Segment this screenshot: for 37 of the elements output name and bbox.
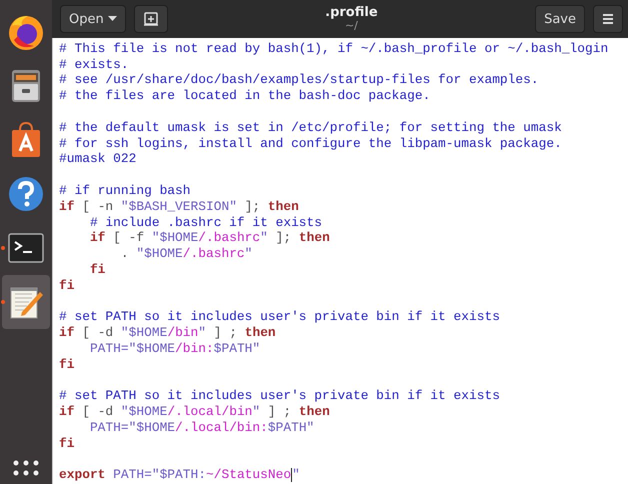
code-line: fi <box>59 356 76 373</box>
open-button[interactable]: Open <box>60 5 126 33</box>
code-line: # set PATH so it includes user's private bin if it exists <box>59 309 501 326</box>
code-line: # see /usr/share/doc/bash/examples/startup-files for examples. <box>59 72 540 88</box>
save-button[interactable]: Save <box>535 5 585 33</box>
window-subtitle: ~/ <box>344 20 358 32</box>
code-line: fi <box>59 278 76 294</box>
code-line: if [ -d "$HOME/.local/bin" ] ; then <box>59 404 331 420</box>
new-tab-icon <box>142 11 159 27</box>
new-tab-button[interactable] <box>134 5 168 33</box>
app-grid-icon[interactable] <box>13 460 39 476</box>
running-indicator <box>1 246 5 250</box>
code-line: PATH="$HOME/.local/bin:$PATH" <box>88 420 316 436</box>
code-line: #umask 022 <box>59 151 138 168</box>
code-line: fi <box>88 262 106 278</box>
help-icon[interactable] <box>6 174 46 214</box>
code-line: PATH="$HOME/bin:$PATH" <box>88 340 262 357</box>
window-title: .profile <box>325 6 378 20</box>
code-line: . "$HOME/.bashrc" <box>120 246 254 262</box>
code-line: # the default umask is set in /etc/profile; for setting the umask <box>59 120 563 136</box>
code-line: # if running bash <box>59 182 192 199</box>
code-line: fi <box>59 436 76 452</box>
code-line: export PATH="$PATH:~/StatusNeo" <box>59 467 301 484</box>
code-line: # for ssh logins, install and configure the libpam-umask package. <box>59 136 563 152</box>
code-line: # include .bashrc if it exists <box>88 214 324 230</box>
code-line: if [ -n "$BASH_VERSION" ]; then <box>59 198 300 215</box>
code-line: # the files are located in the bash-doc package. <box>59 88 432 104</box>
menu-button[interactable] <box>593 5 623 33</box>
caret-icon <box>108 16 117 22</box>
menu-icon <box>602 13 614 25</box>
running-indicator <box>1 300 5 304</box>
code-line: # This file is not read by bash(1), if ~/.bash_profile or ~/.bash_login <box>59 40 610 57</box>
dock-item-highlight[interactable] <box>2 275 50 329</box>
code-line: if [ -d "$HOME/bin" ] ; then <box>59 325 277 341</box>
code-line: # set PATH so it includes user's private bin if it exists <box>59 388 501 404</box>
code-line: if [ -f "$HOME/.bashrc" ]; then <box>88 230 331 246</box>
code-line: # exists. <box>59 56 130 72</box>
